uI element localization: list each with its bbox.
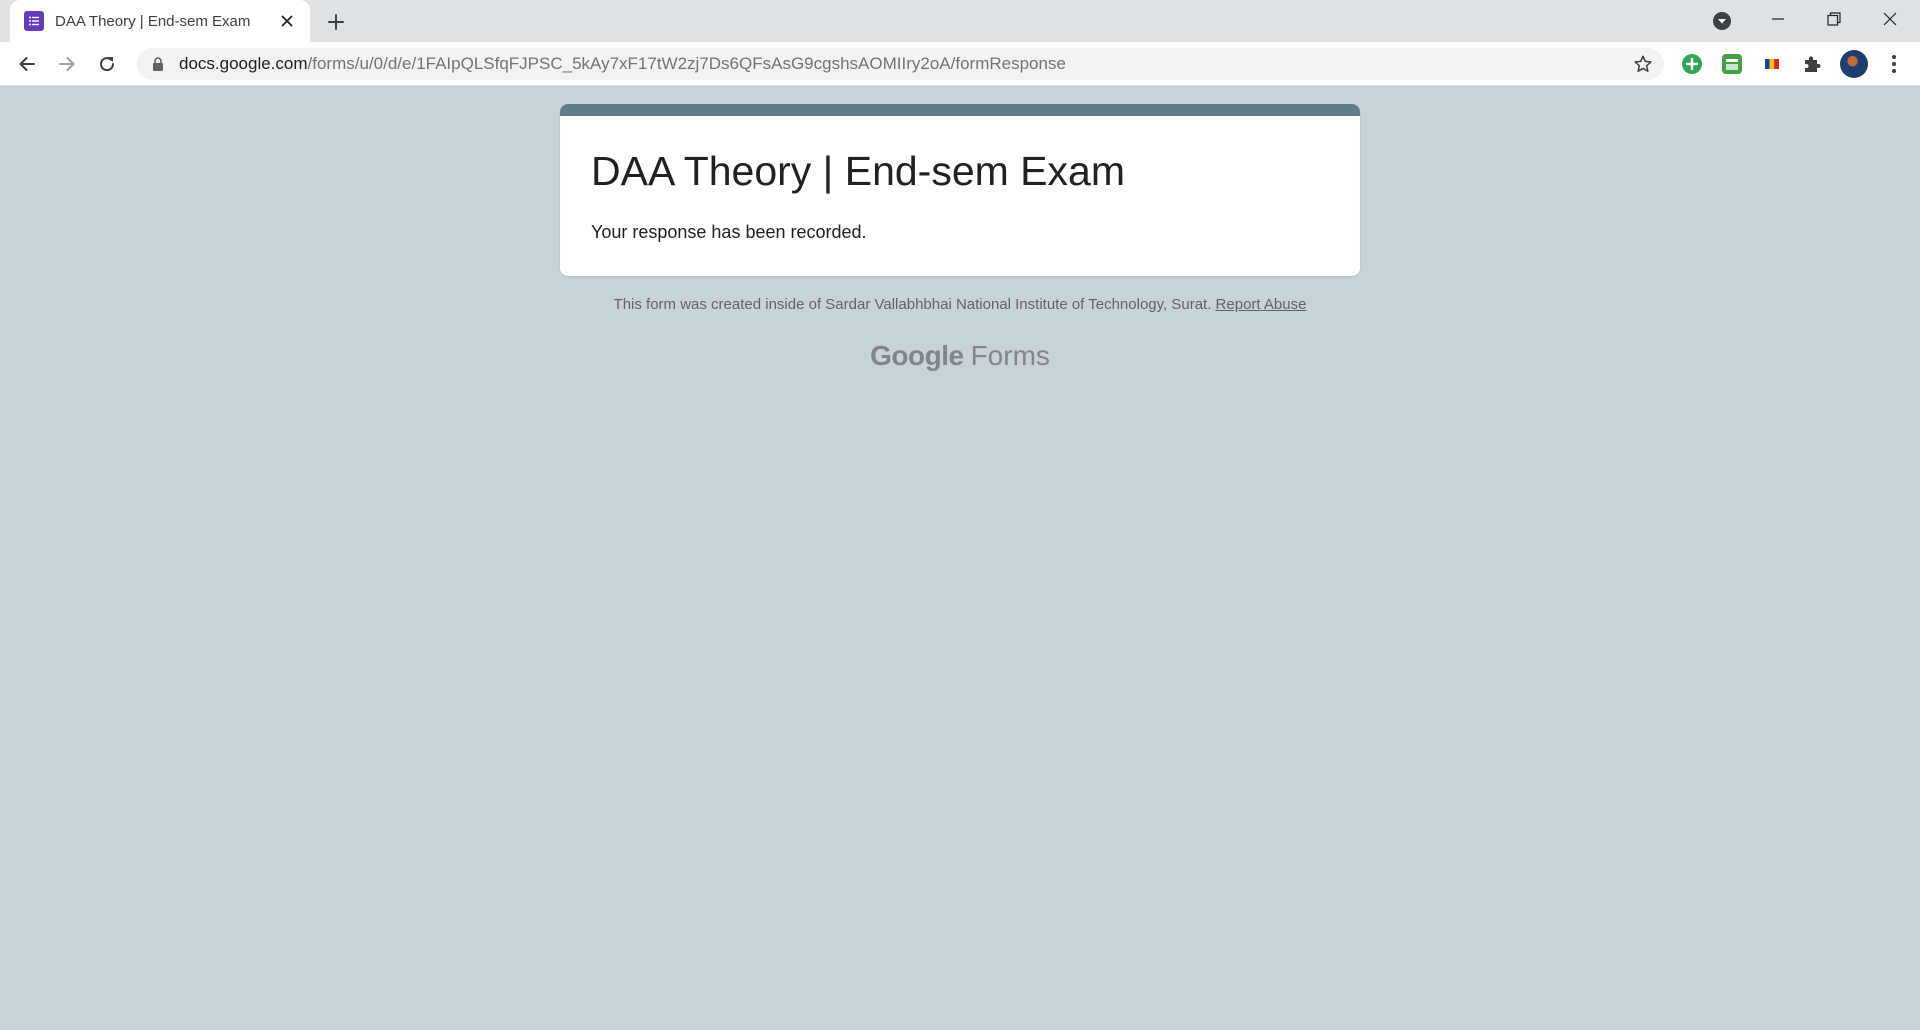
tab-strip: DAA Theory | End-sem Exam — [0, 0, 1920, 42]
close-tab-icon[interactable] — [276, 10, 298, 32]
report-abuse-link[interactable]: Report Abuse — [1216, 296, 1307, 313]
back-arrow-icon[interactable] — [12, 49, 42, 79]
bookmark-star-icon[interactable] — [1632, 53, 1654, 75]
forms-icon — [24, 11, 44, 31]
browser-tab[interactable]: DAA Theory | End-sem Exam — [10, 0, 310, 42]
reload-icon[interactable] — [92, 49, 122, 79]
form-title: DAA Theory | End-sem Exam — [591, 148, 1125, 194]
more-menu-icon[interactable] — [1882, 52, 1906, 76]
flag-extension-icon[interactable] — [1760, 52, 1784, 76]
forward-arrow-icon[interactable] — [52, 49, 82, 79]
footer-note: This form was created inside of Sardar V… — [0, 296, 1920, 313]
url-text[interactable]: docs.google.com/forms/u/0/d/e/1FAIpQLSfq… — [179, 54, 1066, 74]
green-tool-extension-icon[interactable] — [1720, 52, 1744, 76]
restore-icon[interactable] — [1806, 0, 1862, 38]
confirmation-message: Your response has been recorded. — [591, 222, 867, 242]
green-plus-extension-icon[interactable] — [1680, 52, 1704, 76]
footer-text: This form was created inside of Sardar V… — [613, 296, 1212, 313]
browser-toolbar: docs.google.com/forms/u/0/d/e/1FAIpQLSfq… — [0, 42, 1920, 86]
url-path: /forms/u/0/d/e/1FAIpQLSfqFJPSC_5kAy7xF17… — [307, 54, 1066, 73]
address-bar[interactable]: docs.google.com/forms/u/0/d/e/1FAIpQLSfq… — [137, 48, 1664, 80]
profile-avatar[interactable] — [1840, 50, 1868, 78]
new-tab-icon[interactable] — [322, 8, 350, 36]
lock-icon[interactable] — [151, 56, 165, 72]
minimize-icon[interactable] — [1750, 0, 1806, 38]
google-forms-logo[interactable]: Google Forms — [0, 340, 1920, 372]
close-window-icon[interactable] — [1862, 0, 1918, 38]
tab-search-icon[interactable] — [1710, 9, 1734, 33]
confirmation-card: DAA Theory | End-sem Exam Your response … — [560, 104, 1360, 276]
puzzle-icon[interactable] — [1800, 52, 1824, 76]
brand-forms: Forms — [970, 340, 1050, 371]
page-content: DAA Theory | End-sem Exam Your response … — [0, 86, 1920, 1030]
card-accent-bar — [560, 104, 1360, 116]
tab-title: DAA Theory | End-sem Exam — [55, 12, 251, 30]
url-host: docs.google.com — [179, 54, 308, 73]
brand-google: Google — [870, 340, 964, 371]
